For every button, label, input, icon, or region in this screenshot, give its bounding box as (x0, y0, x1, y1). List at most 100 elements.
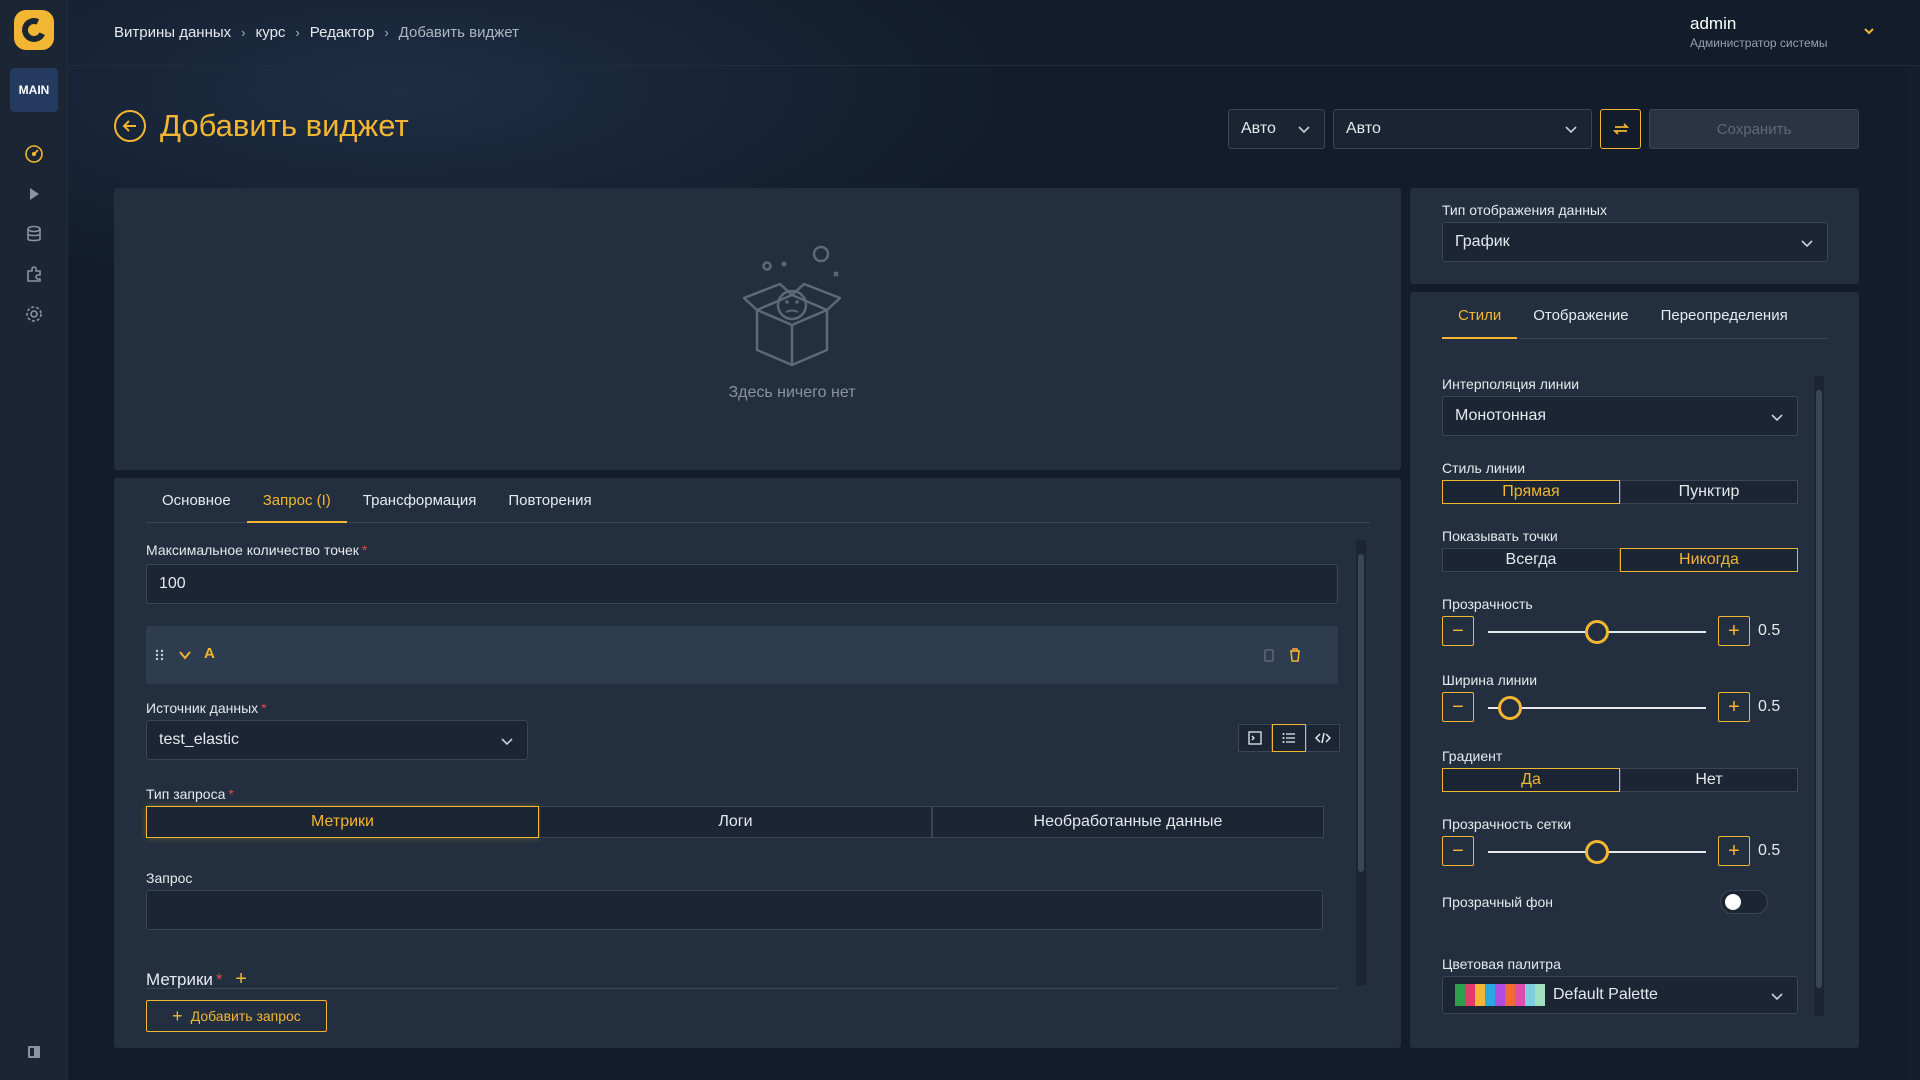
gradient-no[interactable]: Нет (1620, 768, 1798, 792)
palette-swatch (1505, 984, 1515, 1006)
save-button[interactable]: Сохранить (1649, 109, 1859, 149)
styles-scrollbar[interactable] (1814, 376, 1824, 1016)
top-bar: Витрины данных › курс › Редактор › Добав… (68, 0, 1920, 66)
editor-scrollbar[interactable] (1356, 540, 1366, 986)
query-type-logs[interactable]: Логи (539, 806, 932, 838)
chevron-right-icon: › (241, 25, 246, 40)
chevron-down-icon (1801, 240, 1813, 248)
increase-button[interactable]: + (1718, 692, 1750, 722)
tab-query[interactable]: Запрос (I) (246, 478, 347, 523)
empty-box-icon (742, 245, 842, 367)
breadcrumb-item[interactable]: Витрины данных (114, 24, 231, 41)
time-select-1[interactable]: Авто (1228, 109, 1325, 149)
source-label: Источник данных * (146, 700, 267, 716)
gradient-segmented: Да Нет (1442, 768, 1798, 792)
breadcrumb: Витрины данных › курс › Редактор › Добав… (114, 24, 519, 41)
interp-select[interactable]: Монотонная (1442, 396, 1798, 436)
tab-display[interactable]: Отображение (1517, 292, 1644, 338)
list-icon (1282, 733, 1295, 743)
breadcrumb-item[interactable]: Редактор (310, 24, 375, 41)
palette-swatches (1455, 984, 1545, 1006)
palette-select[interactable]: Default Palette (1442, 976, 1798, 1014)
tab-repeat[interactable]: Повторения (492, 478, 607, 522)
refresh-button[interactable] (1600, 109, 1641, 149)
main-badge[interactable]: MAIN (10, 68, 58, 112)
query-label: Запрос (146, 870, 193, 886)
breadcrumb-item[interactable]: курс (256, 24, 286, 41)
display-type-select[interactable]: График (1442, 222, 1828, 262)
drag-handle-icon[interactable] (154, 649, 166, 661)
query-type-metrics[interactable]: Метрики (146, 806, 539, 838)
chevron-down-icon (1565, 126, 1577, 134)
max-points-input[interactable]: 100 (146, 564, 1338, 604)
play-icon[interactable] (24, 184, 44, 204)
puzzle-icon[interactable] (24, 264, 44, 284)
terminal-mode-button[interactable] (1238, 724, 1272, 752)
dashboard-icon[interactable] (24, 144, 44, 164)
points-always[interactable]: Всегда (1442, 548, 1620, 572)
increase-button[interactable]: + (1718, 616, 1750, 646)
query-letter[interactable]: A (204, 645, 215, 662)
display-type-panel: Тип отображения данных График (1410, 188, 1859, 284)
swap-icon (1612, 123, 1629, 135)
datasource-value: test_elastic (159, 731, 240, 748)
page-header: Добавить виджет (114, 108, 409, 144)
chevron-down-icon[interactable] (178, 648, 192, 662)
widget-preview: Здесь ничего нет (114, 188, 1401, 470)
time-select-2[interactable]: Авто (1333, 109, 1592, 149)
page-scrollbar[interactable] (1908, 66, 1920, 1080)
user-menu[interactable]: admin Администратор системы (1690, 14, 1874, 50)
gradient-yes[interactable]: Да (1442, 768, 1620, 792)
arrow-left-icon (122, 120, 136, 132)
query-input[interactable] (146, 890, 1323, 930)
chevron-right-icon: › (384, 25, 389, 40)
points-never[interactable]: Никогда (1620, 548, 1798, 572)
add-metric-icon[interactable]: + (235, 968, 247, 990)
chevron-down-icon (1298, 126, 1310, 134)
list-mode-button[interactable] (1272, 724, 1306, 752)
required-mark: * (215, 970, 223, 989)
empty-text: Здесь ничего нет (728, 384, 856, 401)
datasource-select[interactable]: test_elastic (146, 720, 528, 760)
terminal-icon (1248, 731, 1262, 745)
scroll-thumb[interactable] (1816, 390, 1822, 988)
editor-tabs: Основное Запрос (I) Трансформация Повтор… (146, 478, 1370, 523)
increase-button[interactable]: + (1718, 836, 1750, 866)
slider-knob[interactable] (1497, 696, 1522, 720)
transparent-bg-toggle[interactable] (1720, 890, 1768, 914)
add-query-button[interactable]: + Добавить запрос (146, 1000, 327, 1032)
query-type-label-text: Тип запроса (146, 786, 226, 802)
code-mode-button[interactable] (1306, 724, 1340, 752)
grid-opacity-value: 0.5 (1758, 842, 1781, 859)
empty-state: Здесь ничего нет (687, 240, 897, 402)
gear-icon[interactable] (24, 304, 44, 324)
back-button[interactable] (114, 110, 146, 142)
chevron-down-icon[interactable] (1862, 24, 1876, 38)
line-style-solid[interactable]: Прямая (1442, 480, 1620, 504)
decrease-button[interactable]: − (1442, 616, 1474, 646)
query-type-segmented: Метрики Логи Необработанные данные (146, 806, 1324, 838)
styles-tabs: Стили Отображение Переопределения (1442, 292, 1828, 339)
tab-main[interactable]: Основное (146, 478, 247, 522)
tab-transform[interactable]: Трансформация (347, 478, 493, 522)
line-style-dashed[interactable]: Пунктир (1620, 480, 1798, 504)
trash-icon[interactable] (1288, 647, 1302, 663)
decrease-button[interactable]: − (1442, 692, 1474, 722)
required-mark: * (361, 542, 368, 558)
database-icon[interactable] (24, 224, 44, 244)
slider-knob[interactable] (1585, 840, 1609, 864)
copy-icon[interactable] (1262, 647, 1276, 663)
add-query-label: Добавить запрос (190, 1008, 301, 1024)
tab-styles[interactable]: Стили (1442, 292, 1518, 339)
line-width-slider: − + 0.5 (1442, 692, 1792, 724)
select-value: Авто (1346, 120, 1381, 137)
points-label: Показывать точки (1442, 528, 1558, 544)
decrease-button[interactable]: − (1442, 836, 1474, 866)
query-type-raw[interactable]: Необработанные данные (932, 806, 1324, 838)
panel-toggle-icon[interactable] (24, 1042, 44, 1062)
app-logo[interactable] (14, 10, 54, 50)
tab-overrides[interactable]: Переопределения (1645, 292, 1804, 338)
scroll-thumb[interactable] (1358, 554, 1364, 872)
plus-icon: + (172, 1005, 183, 1026)
slider-knob[interactable] (1585, 620, 1609, 644)
